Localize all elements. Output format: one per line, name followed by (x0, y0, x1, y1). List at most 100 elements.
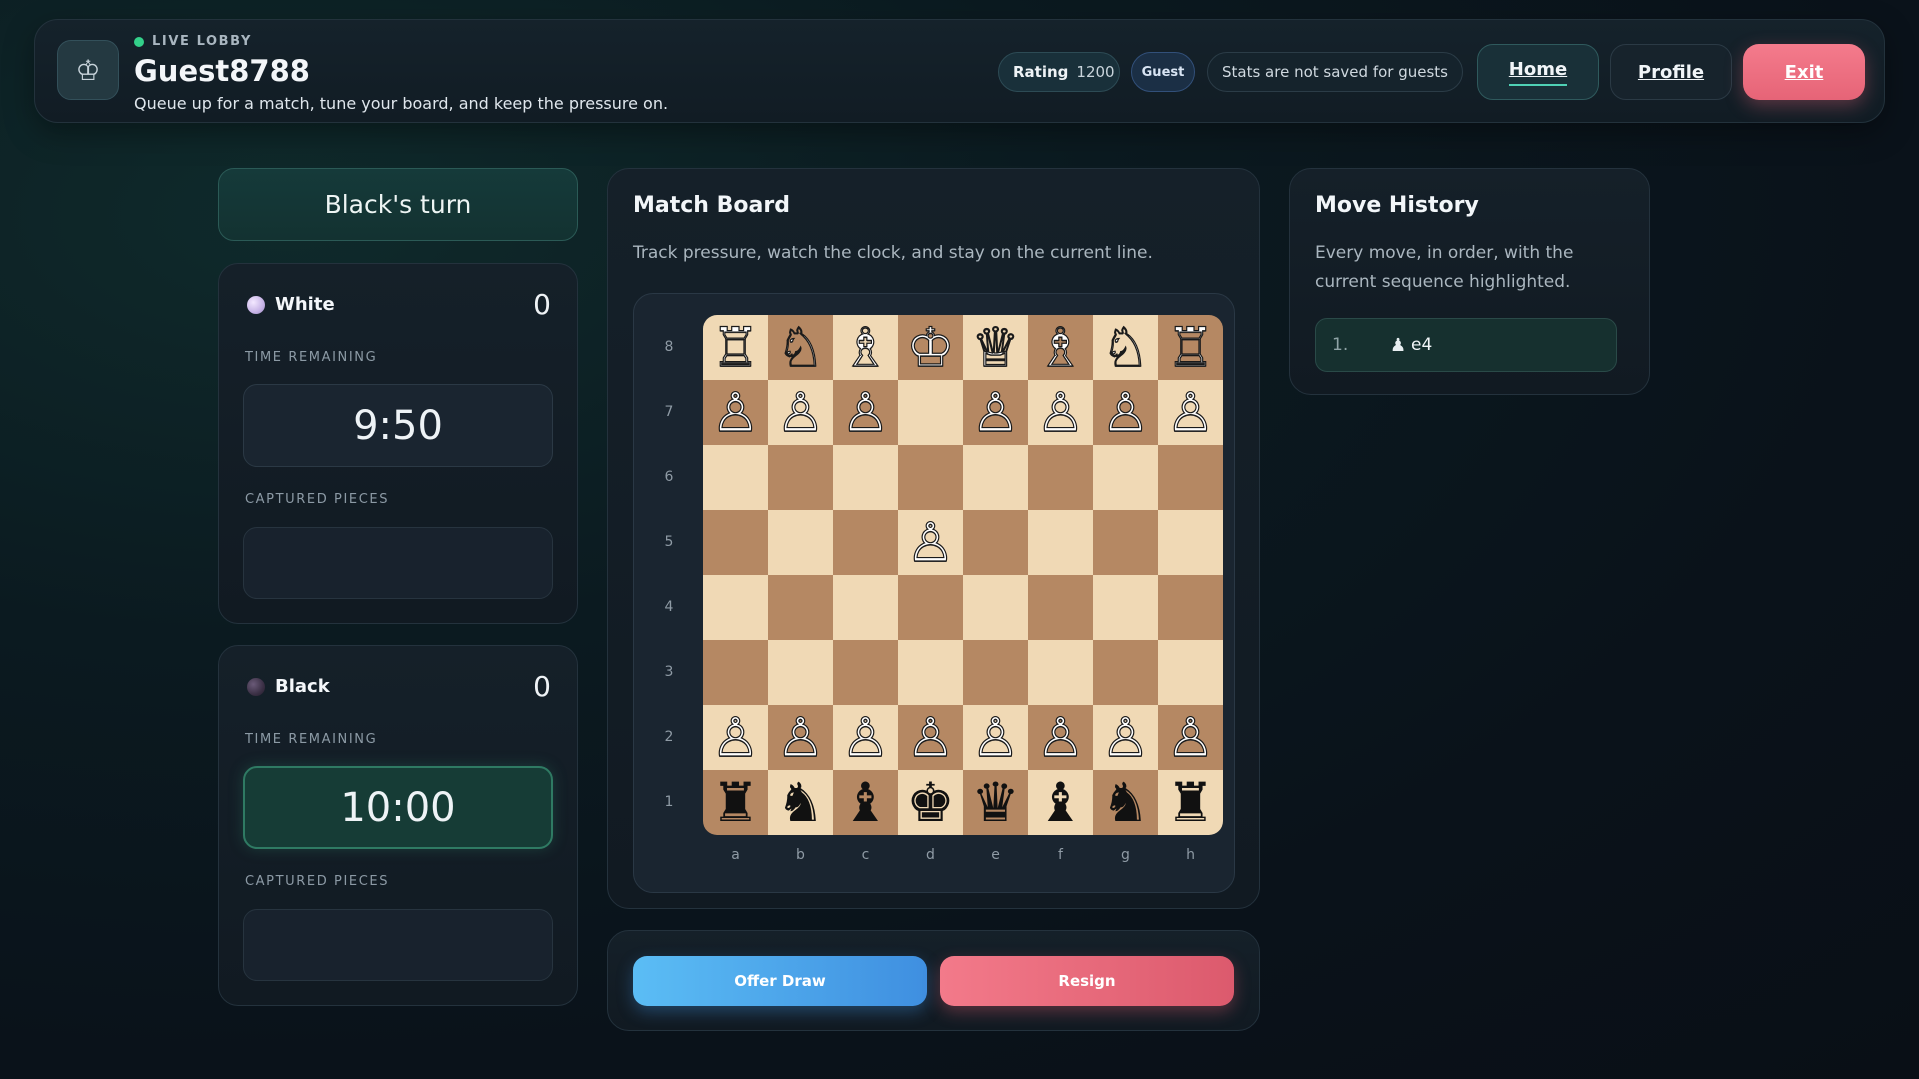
square-c7[interactable]: ♙ (833, 380, 898, 445)
square-b4[interactable] (768, 575, 833, 640)
white-pawn-icon[interactable]: ♙ (711, 384, 761, 439)
white-rook-icon[interactable]: ♖ (1166, 319, 1216, 374)
square-f2[interactable]: ♙ (1028, 705, 1093, 770)
square-d3[interactable] (898, 640, 963, 705)
square-e5[interactable] (963, 510, 1028, 575)
chess-board[interactable]: ♖ ♘ ♗ ♔ ♕ ♗ ♘ ♖ ♙ ♙ ♙ ♙ ♙ ♙ ♙ ♙ ♙ ♙ ♙ ♙ ♙ ♙ ♙ ♙ ♜ ♞ ♝ ♚ ♛ ♝ ♞ ♜ (703, 315, 1223, 835)
square-b6[interactable] (768, 445, 833, 510)
square-a8[interactable]: ♖ (703, 315, 768, 380)
black-queen-icon[interactable]: ♛ (971, 775, 1019, 830)
home-button[interactable]: Home (1477, 44, 1599, 100)
square-g2[interactable]: ♙ (1093, 705, 1158, 770)
square-h6[interactable] (1158, 445, 1223, 510)
square-c2[interactable]: ♙ (833, 705, 898, 770)
square-d6[interactable] (898, 445, 963, 510)
profile-button[interactable]: Profile (1610, 44, 1732, 100)
white-pawn-icon[interactable]: ♙ (841, 384, 891, 439)
black-bishop-icon[interactable]: ♝ (1036, 775, 1084, 830)
white-knight-icon[interactable]: ♘ (1101, 319, 1151, 374)
square-b1[interactable]: ♞ (768, 770, 833, 835)
square-c5[interactable] (833, 510, 898, 575)
square-d4[interactable] (898, 575, 963, 640)
square-e4[interactable] (963, 575, 1028, 640)
square-f4[interactable] (1028, 575, 1093, 640)
square-f7[interactable]: ♙ (1028, 380, 1093, 445)
square-h7[interactable]: ♙ (1158, 380, 1223, 445)
square-g4[interactable] (1093, 575, 1158, 640)
square-f5[interactable] (1028, 510, 1093, 575)
white-pawn-icon[interactable]: ♙ (971, 384, 1021, 439)
square-g6[interactable] (1093, 445, 1158, 510)
square-a3[interactable] (703, 640, 768, 705)
square-a5[interactable] (703, 510, 768, 575)
square-a6[interactable] (703, 445, 768, 510)
square-d1[interactable]: ♚ (898, 770, 963, 835)
white-pawn-icon[interactable]: ♙ (906, 709, 956, 764)
square-f6[interactable] (1028, 445, 1093, 510)
square-e8[interactable]: ♕ (963, 315, 1028, 380)
square-a7[interactable]: ♙ (703, 380, 768, 445)
white-knight-icon[interactable]: ♘ (776, 319, 826, 374)
square-a4[interactable] (703, 575, 768, 640)
square-d5[interactable]: ♙ (898, 510, 963, 575)
square-a1[interactable]: ♜ (703, 770, 768, 835)
white-pawn-icon[interactable]: ♙ (776, 384, 826, 439)
square-f3[interactable] (1028, 640, 1093, 705)
square-b2[interactable]: ♙ (768, 705, 833, 770)
white-king-icon[interactable]: ♔ (906, 319, 956, 374)
white-rook-icon[interactable]: ♖ (711, 319, 761, 374)
square-d7[interactable] (898, 380, 963, 445)
exit-button[interactable]: Exit (1743, 44, 1865, 100)
white-pawn-icon[interactable]: ♙ (711, 709, 761, 764)
white-pawn-icon[interactable]: ♙ (1101, 709, 1151, 764)
white-pawn-icon[interactable]: ♙ (1036, 384, 1086, 439)
square-e7[interactable]: ♙ (963, 380, 1028, 445)
black-bishop-icon[interactable]: ♝ (841, 775, 889, 830)
square-e1[interactable]: ♛ (963, 770, 1028, 835)
black-rook-icon[interactable]: ♜ (1166, 775, 1214, 830)
square-c6[interactable] (833, 445, 898, 510)
square-b5[interactable] (768, 510, 833, 575)
square-h8[interactable]: ♖ (1158, 315, 1223, 380)
white-queen-icon[interactable]: ♕ (971, 319, 1021, 374)
square-h2[interactable]: ♙ (1158, 705, 1223, 770)
white-pawn-icon[interactable]: ♙ (841, 709, 891, 764)
square-g3[interactable] (1093, 640, 1158, 705)
square-e2[interactable]: ♙ (963, 705, 1028, 770)
resign-button[interactable]: Resign (940, 956, 1234, 1006)
square-g5[interactable] (1093, 510, 1158, 575)
white-pawn-icon[interactable]: ♙ (1166, 709, 1216, 764)
square-b3[interactable] (768, 640, 833, 705)
move-row-current[interactable]: 1. ♟ e4 (1315, 318, 1617, 372)
white-pawn-icon[interactable]: ♙ (1166, 384, 1216, 439)
white-bishop-icon[interactable]: ♗ (1036, 319, 1086, 374)
offer-draw-button[interactable]: Offer Draw (633, 956, 927, 1006)
square-a2[interactable]: ♙ (703, 705, 768, 770)
square-b7[interactable]: ♙ (768, 380, 833, 445)
white-pawn-icon[interactable]: ♙ (906, 514, 956, 569)
square-f1[interactable]: ♝ (1028, 770, 1093, 835)
black-rook-icon[interactable]: ♜ (711, 775, 759, 830)
white-bishop-icon[interactable]: ♗ (841, 319, 891, 374)
square-h3[interactable] (1158, 640, 1223, 705)
square-c1[interactable]: ♝ (833, 770, 898, 835)
square-e3[interactable] (963, 640, 1028, 705)
square-h5[interactable] (1158, 510, 1223, 575)
square-d8[interactable]: ♔ (898, 315, 963, 380)
square-g8[interactable]: ♘ (1093, 315, 1158, 380)
black-knight-icon[interactable]: ♞ (776, 775, 824, 830)
square-b8[interactable]: ♘ (768, 315, 833, 380)
square-f8[interactable]: ♗ (1028, 315, 1093, 380)
white-pawn-icon[interactable]: ♙ (776, 709, 826, 764)
white-pawn-icon[interactable]: ♙ (1036, 709, 1086, 764)
square-c4[interactable] (833, 575, 898, 640)
white-pawn-icon[interactable]: ♙ (971, 709, 1021, 764)
square-h1[interactable]: ♜ (1158, 770, 1223, 835)
square-c8[interactable]: ♗ (833, 315, 898, 380)
square-g7[interactable]: ♙ (1093, 380, 1158, 445)
square-h4[interactable] (1158, 575, 1223, 640)
black-king-icon[interactable]: ♚ (906, 775, 954, 830)
square-d2[interactable]: ♙ (898, 705, 963, 770)
black-knight-icon[interactable]: ♞ (1101, 775, 1149, 830)
square-c3[interactable] (833, 640, 898, 705)
